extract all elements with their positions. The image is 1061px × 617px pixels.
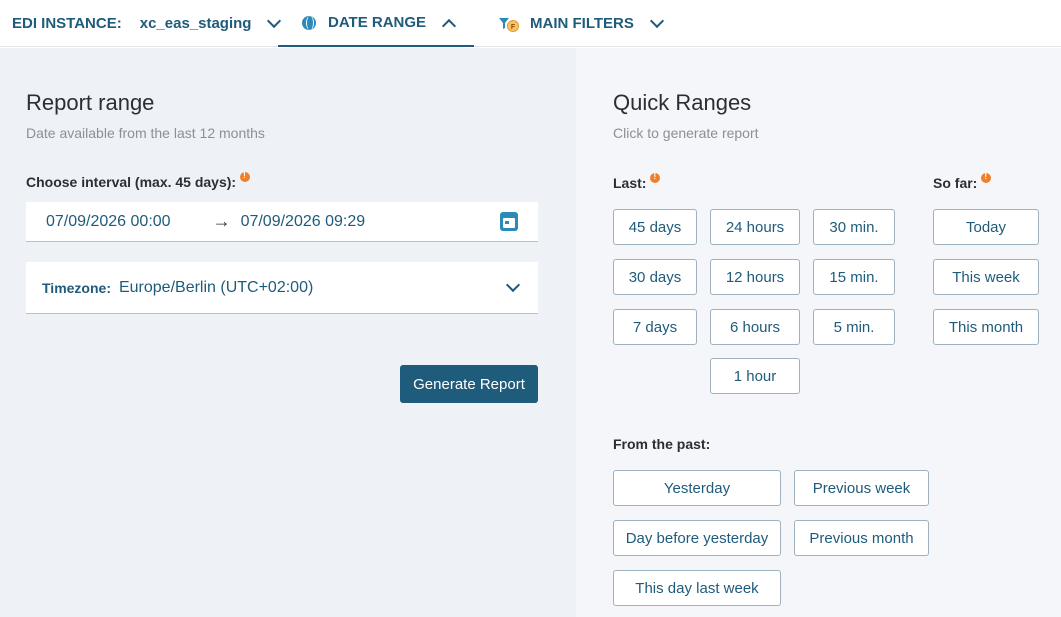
chevron-up-icon — [441, 18, 457, 33]
last-label-text: Last: — [613, 175, 647, 191]
so-far-label: So far: — [933, 172, 992, 191]
quick-range-previous-month[interactable]: Previous month — [794, 520, 929, 556]
quick-range-previous-week[interactable]: Previous week — [794, 470, 929, 506]
quick-range-day-before-yesterday[interactable]: Day before yesterday — [613, 520, 781, 556]
main-filters-tab[interactable]: F MAIN FILTERS — [498, 0, 664, 47]
quick-range-1-hour[interactable]: 1 hour — [710, 358, 800, 394]
info-icon[interactable] — [240, 171, 251, 182]
interval-label-text: Choose interval (max. 45 days): — [26, 174, 237, 190]
svg-text:F: F — [511, 24, 516, 31]
quick-range-this-week[interactable]: This week — [933, 259, 1039, 295]
date-interval-field[interactable]: 07/09/2026 00:00 → 07/09/2026 09:29 — [26, 202, 538, 242]
info-icon[interactable] — [981, 172, 992, 183]
quick-ranges-panel: Quick Ranges Click to generate report La… — [576, 48, 1061, 617]
quick-range-12-hours[interactable]: 12 hours — [710, 259, 800, 295]
arrow-right-icon: → — [212, 211, 231, 231]
quick-range-15-min[interactable]: 15 min. — [813, 259, 895, 295]
timezone-value: Europe/Berlin (UTC+02:00) — [118, 278, 314, 296]
filter-icon: F — [499, 17, 519, 32]
edi-instance-value: xc_eas_staging — [139, 15, 252, 32]
quick-range-yesterday[interactable]: Yesterday — [613, 470, 781, 506]
edi-instance-selector[interactable]: EDI INSTANCE: xc_eas_staging — [12, 0, 282, 47]
edi-instance-label: EDI INSTANCE: — [12, 15, 122, 32]
interval-label: Choose interval (max. 45 days): — [26, 171, 251, 190]
quick-range-this-month[interactable]: This month — [933, 309, 1039, 345]
globe-icon — [302, 15, 316, 30]
quick-range-5-min[interactable]: 5 min. — [813, 309, 895, 345]
quick-range-30-min[interactable]: 30 min. — [813, 209, 895, 245]
main-filters-label: MAIN FILTERS — [530, 15, 634, 32]
chevron-down-icon — [649, 13, 664, 29]
date-to-value[interactable]: 07/09/2026 09:29 — [241, 213, 366, 231]
date-range-tab[interactable]: DATE RANGE — [278, 0, 474, 47]
quick-range-24-hours[interactable]: 24 hours — [710, 209, 800, 245]
quick-ranges-title: Quick Ranges — [613, 90, 752, 115]
chevron-down-icon — [505, 277, 521, 293]
timezone-label: Timezone: — [42, 279, 111, 296]
report-range-title: Report range — [26, 90, 155, 115]
date-from-value[interactable]: 07/09/2026 00:00 — [46, 213, 171, 231]
quick-range-today[interactable]: Today — [933, 209, 1039, 245]
quick-range-this-day-last-week[interactable]: This day last week — [613, 570, 781, 606]
top-navigation-bar: EDI INSTANCE: xc_eas_staging DATE RANGE … — [0, 0, 1061, 47]
from-the-past-label: From the past: — [613, 436, 711, 452]
last-label: Last: — [613, 172, 661, 191]
report-range-panel: Report range Date available from the las… — [0, 48, 576, 617]
timezone-select[interactable]: Timezone: Europe/Berlin (UTC+02:00) — [26, 262, 538, 314]
so-far-label-text: So far: — [933, 175, 978, 191]
calendar-icon[interactable] — [500, 212, 518, 231]
info-icon[interactable] — [650, 172, 661, 183]
quick-range-30-days[interactable]: 30 days — [613, 259, 697, 295]
quick-range-45-days[interactable]: 45 days — [613, 209, 697, 245]
quick-ranges-subtitle: Click to generate report — [613, 125, 759, 141]
quick-range-7-days[interactable]: 7 days — [613, 309, 697, 345]
generate-report-button[interactable]: Generate Report — [400, 365, 538, 403]
quick-range-6-hours[interactable]: 6 hours — [710, 309, 800, 345]
date-range-label: DATE RANGE — [328, 14, 427, 31]
report-range-subtitle: Date available from the last 12 months — [26, 125, 265, 141]
